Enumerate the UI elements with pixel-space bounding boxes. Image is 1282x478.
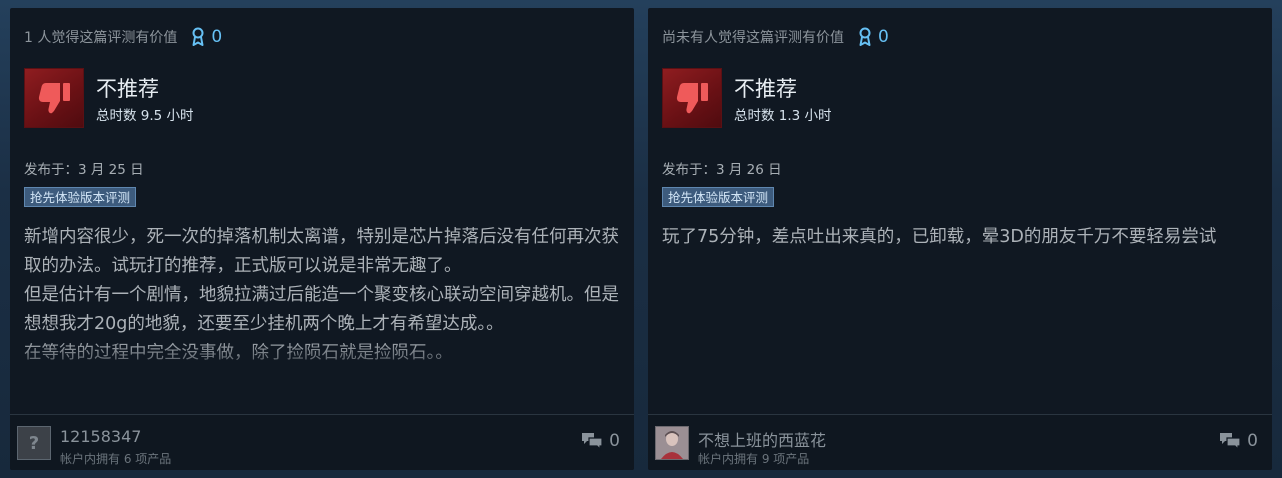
award-count: 0: [878, 27, 889, 47]
helpful-text: 1 人觉得这篇评测有价值: [24, 30, 178, 46]
comments-button[interactable]: 0: [581, 431, 620, 451]
comment-count: 0: [1247, 431, 1258, 451]
award-count: 0: [211, 27, 223, 47]
early-access-badge: 抢先体验版本评测: [662, 187, 775, 207]
review-verdict[interactable]: 不推荐 总时数 9.5 小时: [24, 68, 194, 128]
comments-button[interactable]: 0: [1219, 431, 1258, 451]
products-owned: 帐户内拥有 6 项产品: [60, 452, 172, 466]
review-card: 尚未有人觉得这篇评测有价值 0 不推荐 总时数 1.3 小时 发布于：3 月 2…: [648, 8, 1272, 470]
avatar[interactable]: ?: [17, 426, 51, 460]
products-owned: 帐户内拥有 9 项产品: [698, 452, 810, 466]
reviews-container: 1 人觉得这篇评测有价值 0 不推荐 总时数 9.5 小时 发布于：3 月 25…: [0, 0, 1282, 478]
award-button[interactable]: 0: [191, 27, 222, 47]
verdict-title: 不推荐: [734, 77, 797, 101]
comment-bubbles-icon: [1220, 433, 1241, 451]
award-ribbon-icon: [859, 27, 871, 46]
review-card: 1 人觉得这篇评测有价值 0 不推荐 总时数 9.5 小时 发布于：3 月 25…: [10, 8, 634, 470]
award-ribbon-icon: [192, 27, 204, 46]
avatar-portrait-icon: [656, 427, 688, 459]
review-author-footer: ? 12158347 帐户内拥有 6 项产品 0: [10, 414, 634, 470]
review-author-footer: 不想上班的西蓝花 帐户内拥有 9 项产品 0: [648, 414, 1272, 470]
early-access-badge: 抢先体验版本评测: [24, 187, 137, 207]
comment-count: 0: [609, 431, 620, 451]
avatar[interactable]: [655, 426, 689, 460]
playtime-hours: 总时数 9.5 小时: [96, 108, 194, 124]
thumbs-down-icon: [24, 68, 84, 128]
helpful-summary: 尚未有人觉得这篇评测有价值 0: [662, 26, 889, 48]
helpful-text: 尚未有人觉得这篇评测有价值: [662, 30, 844, 46]
posted-date: 发布于：3 月 25 日: [24, 162, 144, 178]
playtime-hours: 总时数 1.3 小时: [734, 108, 832, 124]
helpful-summary: 1 人觉得这篇评测有价值 0: [24, 26, 222, 48]
review-body[interactable]: 玩了75分钟，差点吐出来真的，已卸载，晕3D的朋友千万不要轻易尝试: [662, 223, 1258, 393]
review-body[interactable]: 新增内容很少，死一次的掉落机制太离谱，特别是芯片掉落后没有任何再次获取的办法。试…: [24, 223, 620, 393]
author-name[interactable]: 不想上班的西蓝花: [698, 427, 826, 451]
author-name[interactable]: 12158347: [60, 427, 141, 446]
thumbs-down-icon: [662, 68, 722, 128]
question-mark-icon: ?: [28, 432, 40, 454]
review-verdict[interactable]: 不推荐 总时数 1.3 小时: [662, 68, 832, 128]
posted-date: 发布于：3 月 26 日: [662, 162, 782, 178]
verdict-title: 不推荐: [96, 77, 159, 101]
comment-bubbles-icon: [582, 433, 603, 451]
award-button[interactable]: 0: [858, 27, 889, 47]
